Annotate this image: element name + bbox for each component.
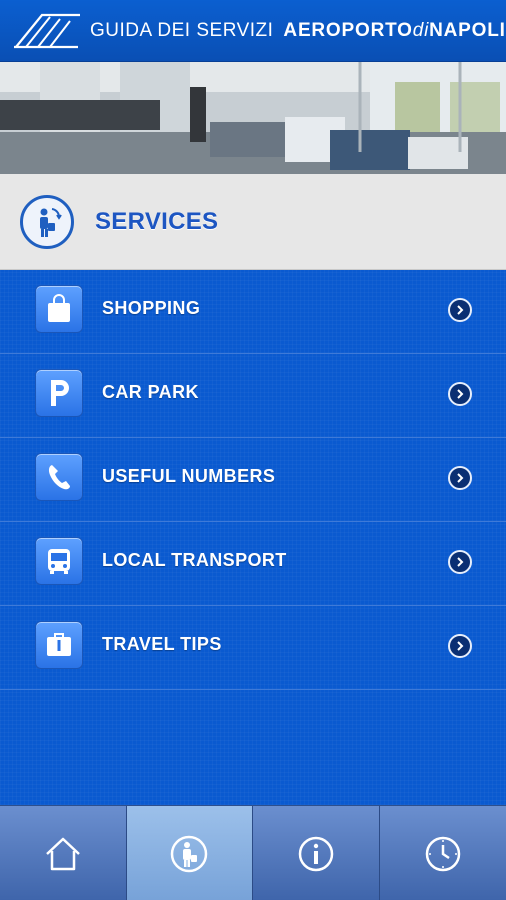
list-item-car-park[interactable]: CAR PARK xyxy=(0,354,506,438)
first-aid-bag-icon xyxy=(35,621,83,669)
chevron-right-icon xyxy=(448,298,472,322)
shopping-bag-icon xyxy=(35,285,83,333)
bottom-tab-bar xyxy=(0,805,506,900)
list-item-label: TRAVEL TIPS xyxy=(102,634,222,654)
list-item-label: CAR PARK xyxy=(102,382,199,402)
bus-icon xyxy=(35,537,83,585)
section-title: SERVICES xyxy=(95,207,219,235)
list-item-useful-numbers[interactable]: USEFUL NUMBERS xyxy=(0,438,506,522)
list-item-travel-tips[interactable]: TRAVEL TIPS xyxy=(0,606,506,690)
chevron-right-icon xyxy=(448,382,472,406)
services-list: SHOPPING CAR PARK USEFUL NUMBERS LOCAL T… xyxy=(0,270,506,805)
list-item-local-transport[interactable]: LOCAL TRANSPORT xyxy=(0,522,506,606)
airport-logo-icon xyxy=(14,13,80,48)
guide-label: GUIDA DEI SERVIZI xyxy=(90,19,274,41)
tab-info[interactable] xyxy=(253,806,380,900)
list-item-shopping[interactable]: SHOPPING xyxy=(0,270,506,354)
info-icon xyxy=(298,836,333,871)
traveler-icon xyxy=(20,194,74,249)
chevron-right-icon xyxy=(448,466,472,490)
chevron-right-icon xyxy=(448,550,472,574)
app-header: GUIDA DEI SERVIZI AEROPORTOdiNAPOLI xyxy=(0,0,506,62)
terminal-photo xyxy=(0,62,506,174)
list-item-label: LOCAL TRANSPORT xyxy=(102,550,287,570)
brand-name: AEROPORTOdiNAPOLI xyxy=(283,19,506,41)
tab-home[interactable] xyxy=(0,806,127,900)
phone-icon xyxy=(35,453,83,501)
home-icon xyxy=(45,837,80,870)
traveler-icon xyxy=(171,835,208,872)
tab-flights[interactable] xyxy=(380,806,506,900)
terminal-photo-banner xyxy=(0,62,506,174)
tab-services[interactable] xyxy=(126,806,253,900)
parking-icon xyxy=(35,369,83,417)
section-header: SERVICES xyxy=(0,174,506,270)
chevron-right-icon xyxy=(448,634,472,658)
list-item-label: USEFUL NUMBERS xyxy=(102,466,276,486)
list-item-label: SHOPPING xyxy=(102,298,201,318)
clock-icon xyxy=(425,836,460,871)
